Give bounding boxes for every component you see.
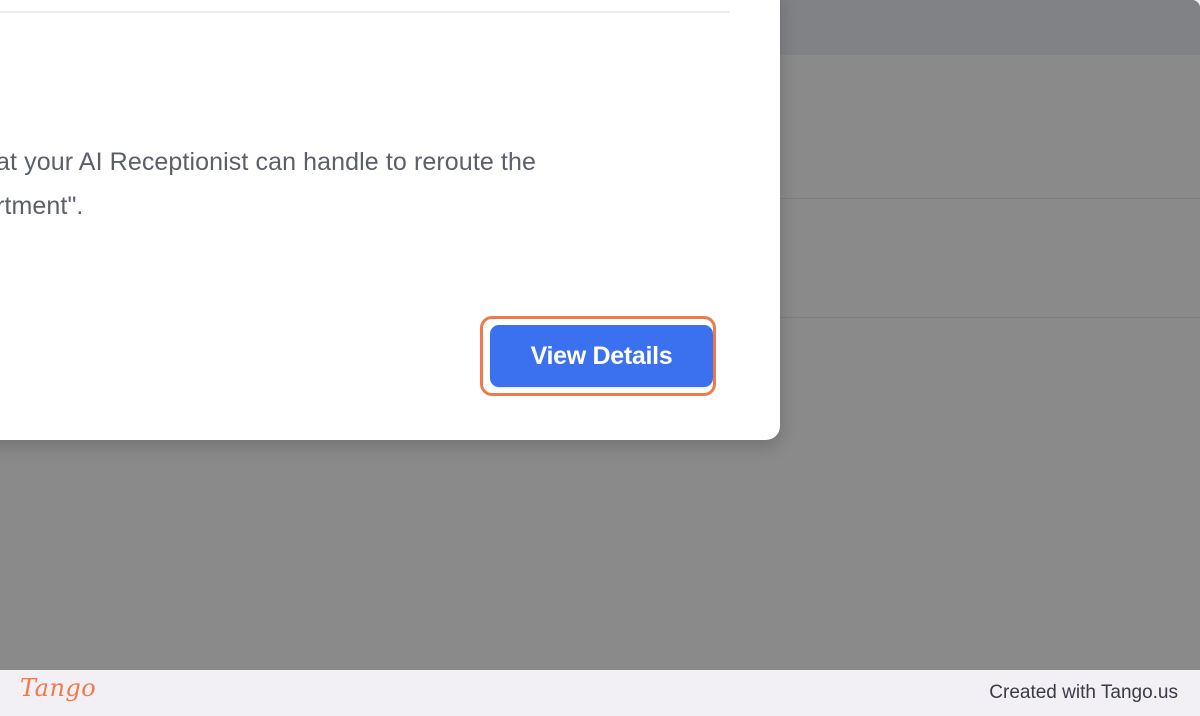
background-row-divider	[780, 317, 1200, 318]
tango-logo[interactable]: Tango	[20, 674, 96, 702]
modal-description-line-1: hat your AI Receptionist can handle to r…	[0, 148, 536, 176]
footer-credit: Created with Tango.us	[989, 682, 1178, 703]
modal-description-line-2: artment".	[0, 192, 84, 220]
view-details-button[interactable]: View Details	[490, 325, 713, 387]
modal-dialog: hat your AI Receptionist can handle to r…	[0, 0, 780, 440]
modal-description: hat your AI Receptionist can handle to r…	[0, 140, 682, 228]
background-row-divider	[780, 198, 1200, 199]
modal-divider	[0, 11, 730, 13]
screenshot-frame: hat your AI Receptionist can handle to r…	[0, 0, 1200, 670]
footer-bar: Tango Created with Tango.us	[0, 670, 1200, 716]
